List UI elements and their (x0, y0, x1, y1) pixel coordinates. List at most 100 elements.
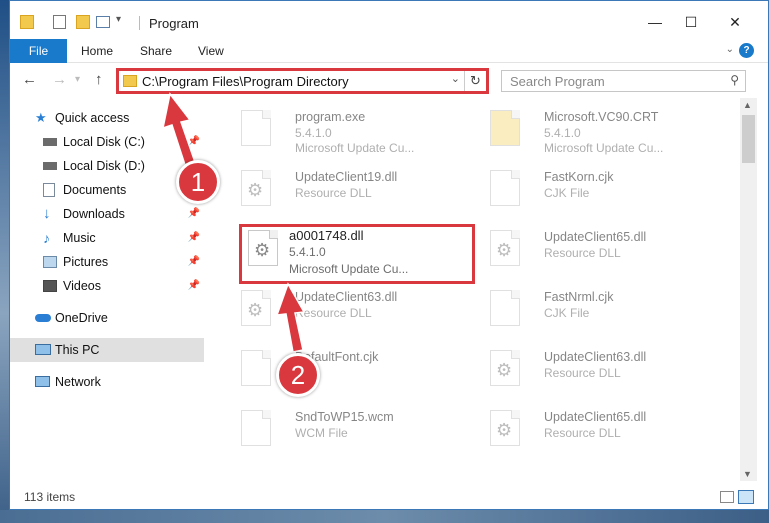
download-icon: ↓ (43, 205, 51, 222)
file-detail: Resource DLL (544, 426, 621, 440)
minimize-button[interactable]: — (640, 9, 670, 35)
file-name: UpdateClient19.dll (295, 170, 398, 184)
search-icon[interactable]: ⚲ (730, 73, 739, 87)
drive-icon (43, 138, 57, 146)
file-item[interactable]: ⚙ UpdateClient65.dll Resource DLL (472, 406, 717, 462)
tab-share[interactable]: Share (140, 39, 172, 63)
file-item[interactable]: SndToWP15.wcm WCM File (223, 406, 468, 462)
sidebar-item-music[interactable]: ♪ Music 📌 (10, 226, 204, 250)
gear-icon: ⚙ (254, 240, 271, 260)
chevron-down-icon[interactable]: ⌄ (451, 72, 460, 85)
pin-icon: 📌 (187, 256, 200, 267)
star-icon: ★ (35, 110, 47, 125)
sidebar-item-local-disk-c[interactable]: Local Disk (C:) 📌 (10, 130, 204, 154)
vertical-scrollbar[interactable]: ▲ ▼ (740, 98, 757, 481)
sidebar-item-onedrive[interactable]: OneDrive (10, 306, 204, 330)
sidebar-item-documents[interactable]: Documents 📌 (10, 178, 204, 202)
help-button[interactable]: ? (739, 43, 754, 58)
videos-icon (43, 280, 57, 292)
sidebar-item-network[interactable]: Network (10, 370, 204, 394)
pictures-icon (43, 256, 57, 268)
folder-file-icon (490, 110, 520, 146)
file-detail: Microsoft Update Cu... (295, 141, 415, 155)
sidebar-item-label: Network (55, 375, 101, 389)
file-item[interactable]: ⚙ UpdateClient63.dll Resource DLL (223, 286, 468, 342)
navigation-pane: ★ Quick access Local Disk (C:) 📌 Local D… (10, 101, 205, 481)
file-item[interactable]: program.exe 5.4.1.0 Microsoft Update Cu.… (223, 106, 468, 162)
pin-icon: 📌 (187, 232, 200, 243)
file-item[interactable]: FastKorn.cjk CJK File (472, 166, 717, 222)
expand-ribbon-icon[interactable]: ⌄ (726, 44, 734, 55)
callout-badge-1: 1 (176, 160, 220, 204)
new-folder-icon[interactable] (76, 15, 90, 29)
status-bar: 113 items (10, 485, 768, 509)
search-box[interactable]: ⚲ (501, 70, 746, 92)
file-item[interactable]: Microsoft.VC90.CRT 5.4.1.0 Microsoft Upd… (472, 106, 717, 162)
forward-button[interactable]: → (52, 71, 67, 88)
cjk-file-icon (490, 290, 520, 326)
network-icon (35, 376, 50, 387)
details-view-icon[interactable] (720, 491, 734, 503)
file-item[interactable]: ⚙ UpdateClient65.dll Resource DLL (472, 226, 717, 282)
title-separator (139, 16, 140, 30)
gear-icon: ⚙ (247, 180, 264, 200)
sidebar-item-quick-access[interactable]: ★ Quick access (10, 106, 204, 130)
file-item[interactable]: ⚙ UpdateClient63.dll Resource DLL (472, 346, 717, 402)
file-item[interactable]: ⚙ UpdateClient19.dll Resource DLL (223, 166, 468, 222)
file-item-highlighted[interactable]: ⚙ a0001748.dll 5.4.1.0 Microsoft Update … (239, 224, 475, 284)
address-bar[interactable]: C:\Program Files\Program Directory ⌄ ↻ (116, 68, 489, 94)
properties-icon[interactable] (53, 15, 66, 29)
gear-icon: ⚙ (247, 300, 264, 320)
sidebar-item-this-pc[interactable]: This PC (10, 338, 204, 362)
up-button[interactable]: ↑ (95, 71, 103, 88)
tiles-view-icon[interactable] (738, 490, 754, 504)
sidebar-item-local-disk-d[interactable]: Local Disk (D:) (10, 154, 204, 178)
item-count: 113 items (24, 490, 76, 504)
back-button[interactable]: ← (22, 71, 37, 88)
file-detail: WCM File (295, 426, 348, 440)
file-detail: CJK File (544, 186, 590, 200)
sidebar-item-label: Quick access (55, 111, 130, 125)
file-item[interactable]: DefaultFont.cjk (223, 346, 468, 402)
tab-file[interactable]: File (10, 39, 67, 63)
file-detail: 5.4.1.0 (289, 245, 326, 259)
file-name: Microsoft.VC90.CRT (544, 110, 659, 124)
refresh-button[interactable]: ↻ (464, 71, 486, 91)
gear-icon: ⚙ (496, 420, 513, 440)
computer-icon (35, 344, 51, 355)
tab-view[interactable]: View (198, 39, 224, 63)
file-detail: Microsoft Update Cu... (289, 262, 409, 276)
scroll-down-icon[interactable]: ▼ (743, 469, 752, 479)
file-name: program.exe (295, 110, 366, 124)
callout-badge-2: 2 (276, 353, 320, 397)
documents-icon (43, 183, 55, 197)
recent-dropdown-icon[interactable]: ▾ (75, 74, 80, 85)
gear-icon: ⚙ (496, 240, 513, 260)
chevron-down-icon[interactable]: ▾ (116, 14, 121, 30)
cloud-icon (35, 314, 51, 322)
explorer-window: ▾ Program — ☐ ✕ File Home Share View ⌄ ?… (9, 0, 769, 510)
cjk-file-icon (490, 170, 520, 206)
folder-icon (123, 75, 137, 87)
file-name: FastKorn.cjk (544, 170, 614, 184)
sidebar-item-videos[interactable]: Videos 📌 (10, 274, 204, 298)
file-list: program.exe 5.4.1.0 Microsoft Update Cu.… (205, 98, 740, 481)
view-options-icon[interactable] (96, 16, 110, 28)
file-item[interactable]: FastNrml.cjk CJK File (472, 286, 717, 342)
pin-icon: 📌 (187, 136, 200, 147)
desktop-background-bottom (0, 510, 769, 523)
sidebar-item-label: Music (63, 231, 96, 245)
search-input[interactable] (502, 71, 712, 91)
sidebar-item-downloads[interactable]: ↓ Downloads 📌 (10, 202, 204, 226)
sidebar-item-label: Local Disk (D:) (63, 159, 145, 173)
close-button[interactable]: ✕ (720, 9, 750, 35)
sidebar-item-label: Pictures (63, 255, 109, 269)
cjk-file-icon (241, 350, 271, 386)
address-path[interactable]: C:\Program Files\Program Directory (142, 74, 349, 89)
maximize-button[interactable]: ☐ (676, 9, 706, 35)
tab-home[interactable]: Home (81, 39, 113, 63)
scroll-thumb[interactable] (742, 115, 755, 163)
file-detail: CJK File (544, 306, 590, 320)
sidebar-item-pictures[interactable]: Pictures 📌 (10, 250, 204, 274)
scroll-up-icon[interactable]: ▲ (743, 100, 752, 110)
